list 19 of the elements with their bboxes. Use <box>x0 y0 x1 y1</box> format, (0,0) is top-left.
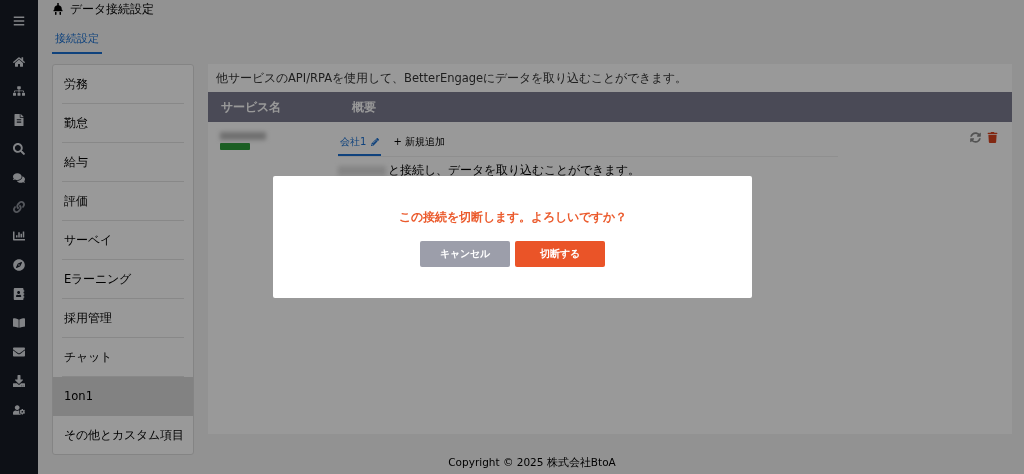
column-header: サービス名 <box>221 99 281 114</box>
category-item[interactable]: 労務 <box>62 65 184 104</box>
add-new-link[interactable]: + 新規追加 <box>393 135 445 153</box>
connection-tab[interactable]: 会社1 <box>338 132 382 156</box>
category-item[interactable]: 評価 <box>62 182 184 221</box>
page-title: データ接続設定 <box>70 0 154 18</box>
category-item[interactable]: 勤怠 <box>62 104 184 143</box>
category-item[interactable]: Eラーニング <box>62 260 184 299</box>
dialog-message: この接続を切断します。よろしいですか？ <box>398 209 627 226</box>
category-item[interactable]: その他とカスタム項目 <box>62 416 184 454</box>
connection-summary: と接続し、データを取り込むことができます。 <box>388 163 640 178</box>
copyright: Copyright © 2025 株式会社BtoA <box>448 456 616 468</box>
category-item[interactable]: 採用管理 <box>62 299 184 338</box>
column-header: 概要 <box>352 99 376 114</box>
category-item[interactable]: 給与 <box>62 143 184 182</box>
category-item[interactable]: 1on1 <box>53 377 193 416</box>
disconnect-button[interactable]: 切断する <box>515 241 605 267</box>
category-item[interactable]: サーベイ <box>62 221 184 260</box>
panel-description: 他サービスのAPI/RPAを使用して、BetterEngageにデータを取り込むことができます。 <box>215 69 689 87</box>
